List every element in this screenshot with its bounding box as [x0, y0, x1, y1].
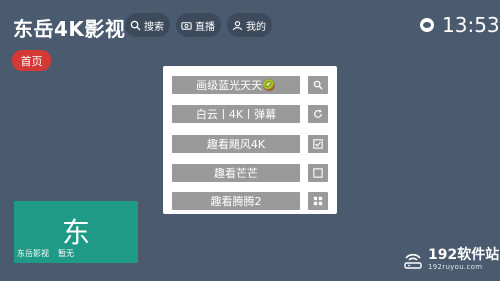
nav-mine-button[interactable]: 我的 [227, 13, 272, 37]
panel-search-button[interactable] [308, 76, 328, 94]
grid-icon [313, 196, 323, 206]
panel-refresh-button[interactable] [308, 105, 328, 123]
network-status-icon [420, 18, 434, 32]
source-card[interactable]: 东 东岳影视 暂无 [14, 201, 138, 263]
tv-icon [181, 21, 192, 30]
card-name: 东岳影视 [17, 249, 49, 258]
search-icon [130, 20, 141, 31]
card-glyph: 东 [61, 216, 90, 249]
source-item[interactable]: 趣看腾腾2 [172, 192, 300, 210]
nav-mine-label: 我的 [246, 21, 266, 33]
nav-live-label: 直播 [195, 21, 215, 33]
panel-grid-view-button[interactable] [308, 192, 328, 210]
site-watermark: 192软件站 192ruyou.com [402, 248, 499, 271]
app-title: 东岳4K影视 [13, 17, 126, 41]
clock-time: 13:53 [442, 13, 500, 37]
source-select-panel: 画级蓝光天天🥝 白云丨4K丨弹幕 趣看飓风4K 趣看芒芒 趣看腾腾2 [163, 66, 337, 214]
card-status: 暂无 [58, 249, 74, 258]
nav-live-button[interactable]: 直播 [176, 13, 221, 37]
source-item[interactable]: 趣看飓风4K [172, 135, 300, 153]
nav-search-button[interactable]: 搜索 [125, 13, 170, 37]
source-item[interactable]: 画级蓝光天天🥝 [172, 76, 300, 94]
watermark-url: 192ruyou.com [428, 263, 483, 271]
checkbox-checked-icon [313, 139, 323, 149]
panel-select-all-button[interactable] [308, 135, 328, 153]
source-item[interactable]: 趣看芒芒 [172, 164, 300, 182]
refresh-icon [314, 109, 322, 118]
watermark-name: 192软件站 [428, 247, 500, 263]
panel-deselect-button[interactable] [308, 164, 328, 182]
tab-home[interactable]: 首页 [12, 50, 51, 71]
nav-search-label: 搜索 [144, 21, 164, 33]
checkbox-empty-icon [313, 168, 323, 178]
router-logo-icon [404, 253, 422, 269]
search-icon [313, 80, 323, 90]
source-item[interactable]: 白云丨4K丨弹幕 [172, 105, 300, 123]
user-icon [232, 20, 243, 30]
